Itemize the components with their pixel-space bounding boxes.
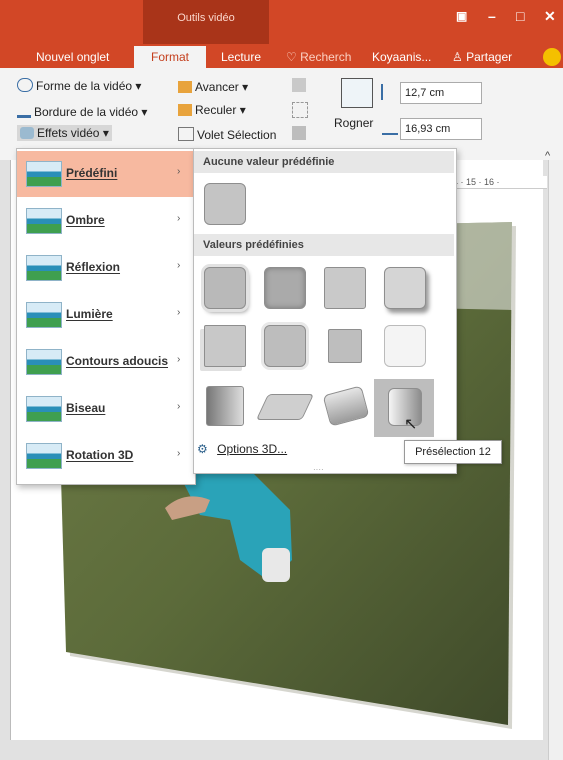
- chevron-right-icon: ›: [177, 213, 181, 224]
- menu-item-label: Biseau: [66, 401, 106, 415]
- preset-9[interactable]: [206, 386, 244, 426]
- chevron-right-icon: ›: [177, 307, 181, 318]
- menu-item-biseau[interactable]: Biseau ›: [17, 386, 193, 432]
- menu-item-label: Ombre: [66, 213, 105, 227]
- mouse-cursor-icon: ↖: [404, 416, 418, 433]
- preset-2[interactable]: [264, 267, 306, 309]
- landscape-icon: [26, 161, 62, 187]
- menu-item-label: Contours adoucis: [66, 354, 169, 368]
- options-3d-link[interactable]: ⚙ Options 3D...: [197, 442, 287, 456]
- menu-item-label: Rotation 3D: [66, 448, 134, 462]
- menu-item-reflexion[interactable]: Réflexion ›: [17, 245, 193, 291]
- menu-item-ombre[interactable]: Ombre ›: [17, 198, 193, 244]
- menu-item-lumiere[interactable]: Lumière ›: [17, 292, 193, 338]
- chevron-right-icon: ›: [177, 448, 181, 459]
- preset-5[interactable]: [204, 325, 246, 367]
- preset-none[interactable]: [204, 183, 246, 225]
- landscape-icon: [26, 396, 62, 422]
- preset-1[interactable]: [204, 267, 246, 309]
- 3d-options-icon: ⚙: [197, 442, 208, 456]
- chevron-right-icon: ›: [177, 354, 181, 365]
- preset-4[interactable]: [384, 267, 426, 309]
- no-preset-header: Aucune valeur prédéfinie: [194, 151, 454, 173]
- landscape-icon: [26, 208, 62, 234]
- chevron-right-icon: ›: [177, 401, 181, 412]
- options-3d-label: Options 3D...: [217, 442, 288, 456]
- preset-6[interactable]: [264, 325, 306, 367]
- menu-item-contours-adoucis[interactable]: Contours adoucis ›: [17, 339, 193, 385]
- preset-3[interactable]: [324, 267, 366, 309]
- landscape-icon: [26, 302, 62, 328]
- menu-item-label: Réflexion: [66, 260, 121, 274]
- menu-item-rotation-3d[interactable]: Rotation 3D ›: [17, 433, 193, 479]
- menu-item-label: Prédéfini: [66, 166, 118, 180]
- landscape-icon: [26, 443, 62, 469]
- landscape-icon: [26, 349, 62, 375]
- resize-grip-icon[interactable]: ····: [313, 465, 324, 474]
- landscape-icon: [26, 255, 62, 281]
- preset-tooltip: Présélection 12: [404, 440, 502, 464]
- preset-8[interactable]: [384, 325, 426, 367]
- chevron-right-icon: ›: [177, 260, 181, 271]
- menu-item-label: Lumière: [66, 307, 113, 321]
- menu-item-predefini[interactable]: Prédéfini ›: [17, 151, 193, 197]
- preset-7[interactable]: [328, 329, 362, 363]
- presets-header: Valeurs prédéfinies: [194, 234, 454, 256]
- chevron-right-icon: ›: [177, 166, 181, 177]
